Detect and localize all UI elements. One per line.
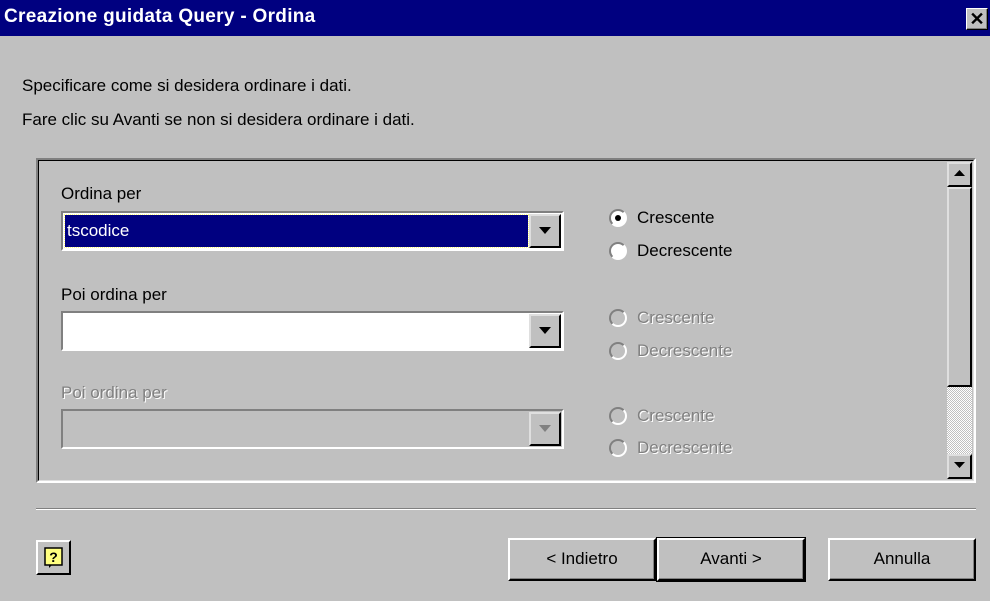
scroll-down-button[interactable] xyxy=(947,454,972,479)
close-button[interactable]: ✕ xyxy=(966,8,988,30)
sort-field-combo-1[interactable]: tscodice xyxy=(61,211,564,251)
radio-selected-dot xyxy=(615,215,621,221)
close-icon: ✕ xyxy=(969,9,985,29)
dropdown-button-2[interactable] xyxy=(529,314,561,348)
window-title: Creazione guidata Query - Ordina xyxy=(4,6,316,27)
svg-text:?: ? xyxy=(49,549,58,565)
radio-label: Decrescente xyxy=(637,438,733,457)
radio-label: Crescente xyxy=(637,406,715,425)
chevron-down-icon xyxy=(539,227,551,234)
radio-button[interactable] xyxy=(609,342,627,360)
dropdown-button-3[interactable] xyxy=(529,412,561,446)
arrow-up-icon xyxy=(954,170,965,176)
radio-label: Crescente xyxy=(637,308,715,327)
scroll-thumb[interactable] xyxy=(947,187,972,387)
radio-button[interactable] xyxy=(609,209,627,227)
scroll-up-button[interactable] xyxy=(947,162,972,187)
arrow-down-icon xyxy=(954,462,965,468)
instruction-line-1: Specificare come si desidera ordinare i … xyxy=(22,76,352,95)
radio-button[interactable] xyxy=(609,242,627,260)
instruction-line-2: Fare clic su Avanti se non si desidera o… xyxy=(22,110,415,129)
help-icon: ? xyxy=(44,547,63,568)
cancel-button[interactable]: Annulla xyxy=(828,538,976,581)
sort-field-value-3[interactable] xyxy=(65,413,528,445)
sort-field-combo-3[interactable] xyxy=(61,409,564,449)
radio-button[interactable] xyxy=(609,309,627,327)
sort-label-2: Poi ordina per xyxy=(61,285,167,304)
radio-label: Decrescente xyxy=(637,241,733,260)
sort-field-value-2[interactable] xyxy=(65,315,528,347)
query-wizard-dialog: Creazione guidata Query - Ordina ✕ Speci… xyxy=(0,0,990,601)
vertical-scrollbar[interactable] xyxy=(947,162,972,479)
radio-button[interactable] xyxy=(609,439,627,457)
sort-label-1: Ordina per xyxy=(61,184,142,203)
radio-label: Crescente xyxy=(637,208,715,227)
chevron-down-icon xyxy=(539,327,551,334)
help-button[interactable]: ? xyxy=(36,540,71,575)
dropdown-button-1[interactable] xyxy=(529,214,561,248)
radio-button[interactable] xyxy=(609,407,627,425)
sort-label-3: Poi ordina per xyxy=(61,383,167,402)
sort-panel: Ordina per tscodice Crescente Decrescent… xyxy=(36,158,976,483)
chevron-down-icon xyxy=(539,425,551,432)
sort-field-combo-2[interactable] xyxy=(61,311,564,351)
radio-label: Decrescente xyxy=(637,341,733,360)
next-button[interactable]: Avanti > xyxy=(656,537,806,582)
separator-line xyxy=(36,508,976,510)
back-button[interactable]: < Indietro xyxy=(508,538,656,581)
title-bar[interactable]: Creazione guidata Query - Ordina ✕ xyxy=(0,0,990,36)
sort-field-value-1[interactable]: tscodice xyxy=(64,214,529,248)
